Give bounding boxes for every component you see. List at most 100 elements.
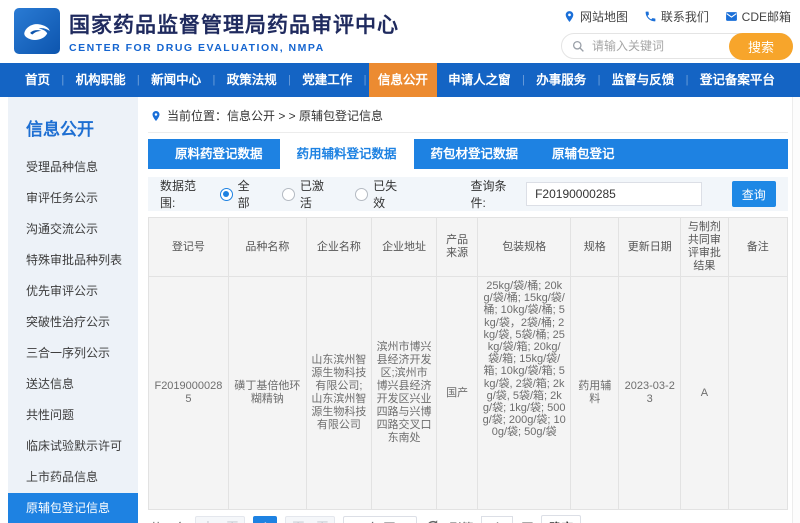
- site-title-en: CENTER FOR DRUG EVALUATION, NMPA: [69, 42, 399, 54]
- sidebar-item-priority-review[interactable]: 优先审评公示: [8, 276, 138, 307]
- sidebar-item-marketed-drugs[interactable]: 上市药品信息: [8, 462, 138, 493]
- nav-item-functions[interactable]: 机构职能: [67, 63, 135, 97]
- col-company-address: 企业地址: [371, 218, 436, 277]
- goto-page-input[interactable]: [481, 516, 513, 523]
- col-spec: 规格: [571, 218, 619, 277]
- site-titles: 国家药品监督管理局药品审评中心 CENTER FOR DRUG EVALUATI…: [69, 9, 399, 54]
- sidebar-item-delivery-info[interactable]: 送达信息: [8, 369, 138, 400]
- cell-product-source: 国产: [437, 277, 478, 510]
- radio-expired[interactable]: [355, 188, 368, 201]
- col-company-name: 企业名称: [306, 218, 371, 277]
- cell-company-name: 山东滨州智源生物科技有限公司;山东滨州智源生物科技有限公司: [306, 277, 371, 510]
- main-area: 信息公开 受理品种信息 审评任务公示 沟通交流公示 特殊审批品种列表 优先审评公…: [0, 97, 800, 523]
- pagination: 共 1 条 上一页 1 下一页 10 条/页 到第 页 确定: [148, 514, 788, 523]
- tab-packaging-data[interactable]: 药包材登记数据: [414, 139, 536, 169]
- breadcrumb-pin-icon: [150, 109, 162, 123]
- nav-item-policies[interactable]: 政策法规: [218, 63, 286, 97]
- nav-item-services[interactable]: 办事服务: [527, 63, 595, 97]
- query-label: 查询条件:: [471, 177, 519, 211]
- current-page[interactable]: 1: [253, 516, 277, 523]
- nav-item-supervision[interactable]: 监督与反馈: [603, 63, 684, 97]
- nav-separator: |: [522, 74, 525, 86]
- tab-api-data[interactable]: 原料药登记数据: [158, 139, 280, 169]
- sidebar-item-common-issues[interactable]: 共性问题: [8, 400, 138, 431]
- refresh-icon[interactable]: [425, 519, 441, 523]
- goto-suffix: 页: [521, 519, 533, 523]
- col-remarks: 备注: [728, 218, 788, 277]
- content-area: 当前位置：信息公开 > > 原辅包登记信息 原料药登记数据 药用辅料登记数据 药…: [148, 97, 788, 523]
- cell-company-address: 滨州市博兴县经济开发区;滨州市博兴县经济开发区兴业四路与兴博四路交叉口东南处: [371, 277, 436, 510]
- quick-links: 网站地图 联系我们 CDE邮箱: [561, 8, 793, 25]
- tab-registration[interactable]: 原辅包登记: [535, 139, 632, 169]
- sidebar-item-accepted-varieties[interactable]: 受理品种信息: [8, 152, 138, 183]
- cell-spec: 药用辅料: [571, 277, 619, 510]
- sidebar-item-clinical-trial[interactable]: 临床试验默示许可: [8, 431, 138, 462]
- page-scrollbar[interactable]: [792, 97, 800, 523]
- header-search-bar: 搜索: [561, 33, 793, 59]
- nav-separator: |: [288, 74, 291, 86]
- radio-all-label[interactable]: 全部: [238, 177, 260, 211]
- sidebar-item-communication[interactable]: 沟通交流公示: [8, 214, 138, 245]
- sidebar-item-special-approval[interactable]: 特殊审批品种列表: [8, 245, 138, 276]
- location-pin-icon: [563, 10, 576, 23]
- tabbar: 原料药登记数据 药用辅料登记数据 药包材登记数据 原辅包登记: [148, 139, 788, 169]
- query-button[interactable]: 查询: [732, 181, 776, 207]
- nav-separator: |: [137, 74, 140, 86]
- nav-separator: |: [598, 74, 601, 86]
- nav-separator: |: [61, 74, 64, 86]
- sidebar-item-three-in-one[interactable]: 三合一序列公示: [8, 338, 138, 369]
- search-button[interactable]: 搜索: [729, 33, 793, 60]
- nav-separator: |: [364, 74, 367, 86]
- nav-item-applicant-window[interactable]: 申请人之窗: [439, 63, 520, 97]
- query-input[interactable]: [526, 182, 701, 206]
- main-nav: 首页 | 机构职能 | 新闻中心 | 政策法规 | 党建工作 | 信息公开 申请…: [0, 63, 800, 97]
- phone-icon: [644, 10, 657, 23]
- nav-item-home[interactable]: 首页: [16, 63, 59, 97]
- filterbar: 数据范围: 全部 已激活 已失效 查询条件: 查询: [148, 177, 788, 211]
- envelope-icon: [725, 10, 738, 23]
- prev-page-button[interactable]: 上一页: [195, 516, 245, 523]
- nav-separator: |: [686, 74, 689, 86]
- nav-item-info-disclosure[interactable]: 信息公开: [369, 63, 437, 97]
- packaging-spec-text: 25kg/袋/桶; 20kg/袋/桶; 15kg/袋/桶; 10kg/袋/桶; …: [482, 280, 566, 506]
- contact-label: 联系我们: [661, 8, 709, 25]
- mailbox-label: CDE邮箱: [742, 8, 791, 25]
- cde-logo: [14, 8, 60, 54]
- sidebar-item-review-tasks[interactable]: 审评任务公示: [8, 183, 138, 214]
- cell-packaging-spec: 25kg/袋/桶; 20kg/袋/桶; 15kg/袋/桶; 10kg/袋/桶; …: [478, 277, 571, 510]
- tab-excipient-data[interactable]: 药用辅料登记数据: [280, 139, 414, 169]
- contact-link[interactable]: 联系我们: [644, 8, 709, 25]
- nav-item-news[interactable]: 新闻中心: [142, 63, 210, 97]
- search-icon: [572, 40, 585, 53]
- radio-expired-label[interactable]: 已失效: [373, 177, 406, 211]
- col-variety-name: 品种名称: [228, 218, 306, 277]
- page-size-label: 10 条/页: [351, 519, 395, 523]
- sidebar-item-excipient-registration[interactable]: 原辅包登记信息: [8, 493, 138, 523]
- header-right: 网站地图 联系我们 CDE邮箱 搜索: [561, 8, 793, 59]
- col-update-date: 更新日期: [619, 218, 681, 277]
- radio-all[interactable]: [220, 188, 233, 201]
- confirm-button[interactable]: 确定: [541, 515, 581, 523]
- goto-label: 到第: [449, 519, 473, 523]
- site-title-cn: 国家药品监督管理局药品审评中心: [69, 9, 399, 39]
- next-page-button[interactable]: 下一页: [285, 516, 335, 523]
- total-count: 共 1 条: [150, 519, 187, 523]
- cell-joint-review-result: A: [681, 277, 728, 510]
- breadcrumb: 当前位置：信息公开 > > 原辅包登记信息: [148, 97, 788, 133]
- nav-item-party[interactable]: 党建工作: [293, 63, 361, 97]
- sitemap-link[interactable]: 网站地图: [563, 8, 628, 25]
- table-header-row: 登记号 品种名称 企业名称 企业地址 产品来源 包装规格 规格 更新日期 与制剂…: [149, 218, 788, 277]
- page-size-select[interactable]: 10 条/页: [343, 516, 417, 523]
- col-product-source: 产品来源: [437, 218, 478, 277]
- col-registration-no: 登记号: [149, 218, 229, 277]
- results-table: 登记号 品种名称 企业名称 企业地址 产品来源 包装规格 规格 更新日期 与制剂…: [148, 217, 788, 510]
- nav-item-registration-platform[interactable]: 登记备案平台: [691, 63, 784, 97]
- mailbox-link[interactable]: CDE邮箱: [725, 8, 791, 25]
- radio-activated[interactable]: [282, 188, 295, 201]
- cell-remarks: [728, 277, 788, 510]
- cell-update-date: 2023-03-23: [619, 277, 681, 510]
- nav-separator: |: [212, 74, 215, 86]
- sidebar: 信息公开 受理品种信息 审评任务公示 沟通交流公示 特殊审批品种列表 优先审评公…: [8, 97, 138, 523]
- radio-activated-label[interactable]: 已激活: [300, 177, 333, 211]
- sidebar-item-breakthrough-therapy[interactable]: 突破性治疗公示: [8, 307, 138, 338]
